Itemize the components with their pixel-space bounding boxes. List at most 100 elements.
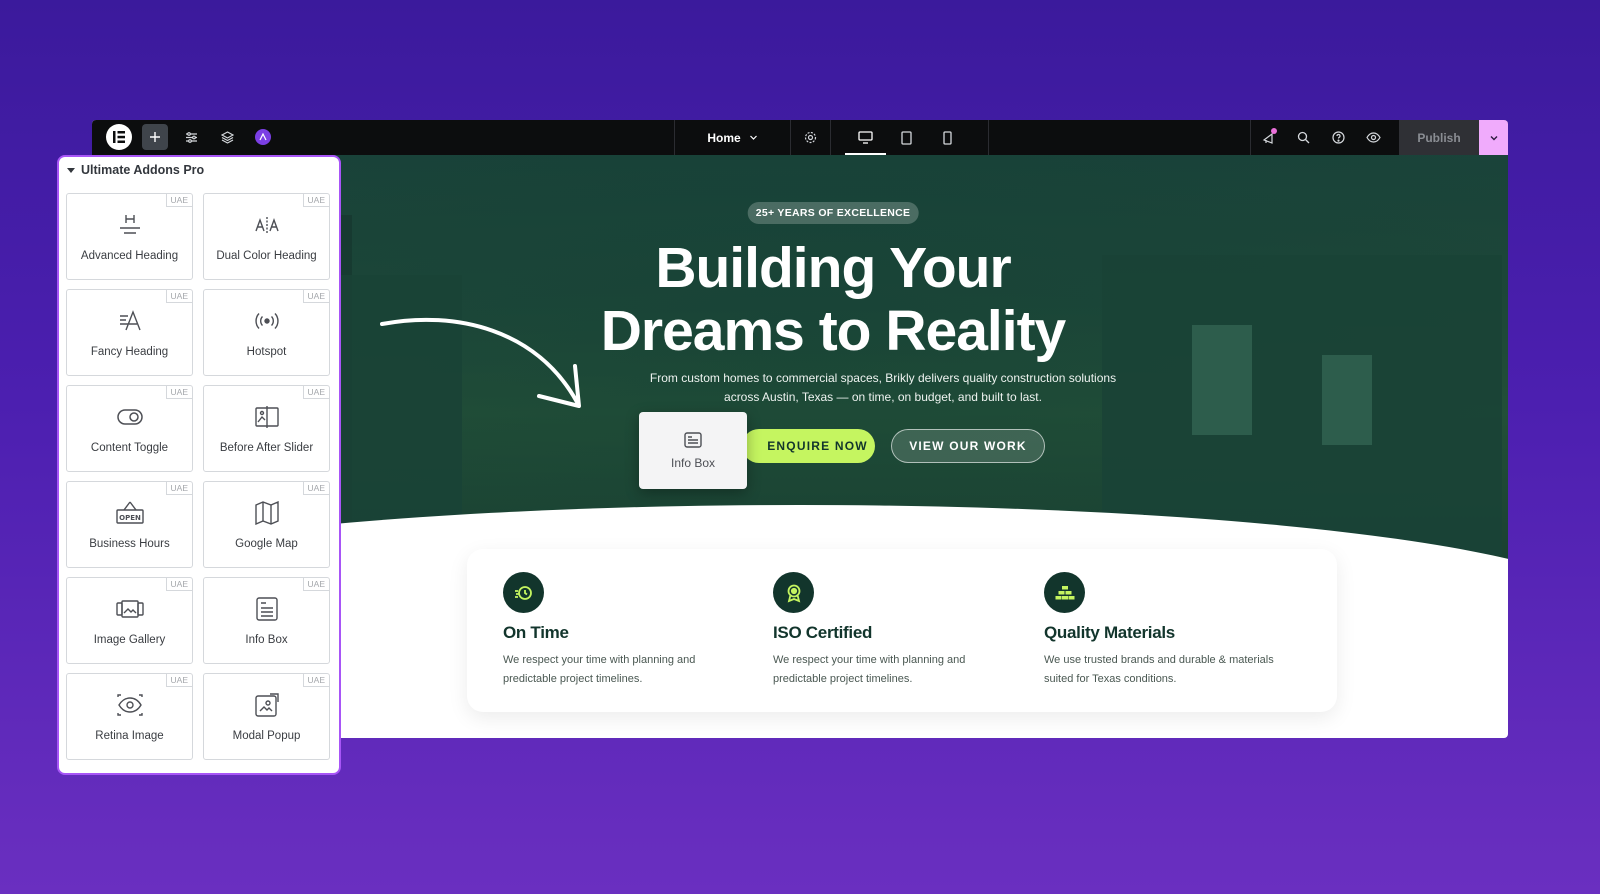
- enquire-now-button[interactable]: ENQUIRE NOW: [742, 429, 875, 463]
- widget-dual-color-heading[interactable]: UAE Dual Color Heading: [203, 193, 330, 280]
- feature-quality-materials: Quality Materials We use trusted brands …: [1044, 572, 1284, 689]
- gallery-icon: [115, 596, 144, 622]
- topbar-right: Publish: [1250, 120, 1508, 155]
- feature-title: ISO Certified: [773, 623, 873, 642]
- preview-eye-icon[interactable]: [1356, 120, 1391, 155]
- uae-tag: UAE: [302, 674, 329, 687]
- editor-topbar: Home Publish: [92, 120, 1508, 155]
- modal-popup-icon: [254, 692, 279, 718]
- widget-label: Content Toggle: [90, 442, 169, 454]
- help-icon[interactable]: [1321, 120, 1356, 155]
- feature-description: We respect your time with planning and p…: [503, 654, 696, 685]
- before-after-icon: [254, 404, 279, 430]
- desktop-icon[interactable]: [845, 120, 886, 155]
- device-switcher: [831, 120, 989, 155]
- hotspot-icon: [254, 308, 279, 334]
- widget-content-toggle[interactable]: UAE Content Toggle: [66, 385, 193, 472]
- notifications-icon[interactable]: [1251, 120, 1286, 155]
- feature-title: On Time: [503, 623, 569, 642]
- drag-arrow-icon: [380, 317, 581, 408]
- fancy-heading-icon: [118, 308, 142, 334]
- dual-color-heading-icon: [254, 212, 279, 238]
- widget-label: Retina Image: [95, 730, 164, 742]
- svg-text:OPEN: OPEN: [119, 514, 141, 522]
- feature-description: We respect your time with planning and p…: [773, 654, 966, 685]
- info-box-icon: [684, 431, 702, 448]
- widget-label: Advanced Heading: [80, 250, 179, 262]
- uae-tag: UAE: [165, 290, 192, 303]
- widget-modal-popup[interactable]: UAE Modal Popup: [203, 673, 330, 760]
- widget-info-box[interactable]: UAE Info Box: [203, 577, 330, 664]
- uae-tag: UAE: [302, 386, 329, 399]
- uae-tag: UAE: [302, 578, 329, 591]
- search-icon[interactable]: [1286, 120, 1321, 155]
- notification-dot: [1271, 128, 1277, 134]
- topbar-left-tools: [106, 124, 276, 150]
- uae-tag: UAE: [165, 578, 192, 591]
- eye-icon: [116, 692, 143, 718]
- uae-tag: UAE: [165, 482, 192, 495]
- caret-down-icon: [67, 168, 75, 173]
- widget-label: Business Hours: [89, 538, 170, 550]
- page-selector[interactable]: Home: [675, 120, 791, 155]
- publish-options-chevron-icon[interactable]: [1479, 120, 1508, 155]
- widget-image-gallery[interactable]: UAE Image Gallery: [66, 577, 193, 664]
- widget-label: Hotspot: [246, 346, 287, 358]
- widget-google-map[interactable]: UAE Google Map: [203, 481, 330, 568]
- widget-label: Image Gallery: [93, 634, 166, 646]
- uae-tag: UAE: [165, 674, 192, 687]
- view-our-work-button[interactable]: VIEW OUR WORK: [891, 429, 1045, 463]
- widget-label: Dual Color Heading: [216, 250, 317, 262]
- widget-label: Info Box: [245, 634, 288, 646]
- toggle-icon: [116, 404, 143, 430]
- features-card: On Time We respect your time with planni…: [467, 549, 1337, 712]
- hero-badge: 25+ YEARS OF EXCELLENCE: [747, 202, 919, 224]
- uae-tag: UAE: [302, 194, 329, 207]
- widget-before-after-slider[interactable]: UAE Before After Slider: [203, 385, 330, 472]
- bricks-icon: [1044, 572, 1085, 613]
- ai-assistant-icon[interactable]: [250, 124, 276, 150]
- widget-advanced-heading[interactable]: UAE Advanced Heading: [66, 193, 193, 280]
- dragged-info-box-widget[interactable]: Info Box: [639, 412, 747, 489]
- hero-window: [1322, 355, 1372, 445]
- dragged-widget-label: Info Box: [670, 455, 716, 470]
- page-settings-icon[interactable]: [791, 120, 831, 155]
- uae-tag: UAE: [165, 194, 192, 207]
- publish-button[interactable]: Publish: [1399, 120, 1479, 155]
- feature-iso-certified: ISO Certified We respect your time with …: [773, 572, 1013, 689]
- feature-on-time: On Time We respect your time with planni…: [503, 572, 743, 689]
- widget-label: Modal Popup: [232, 730, 301, 742]
- certified-badge-icon: [773, 572, 814, 613]
- widgets-panel: Ultimate Addons Pro UAE Advanced Heading…: [57, 155, 341, 775]
- widget-label: Google Map: [235, 538, 298, 550]
- site-settings-icon[interactable]: [178, 124, 204, 150]
- widget-business-hours[interactable]: UAE OPEN Business Hours: [66, 481, 193, 568]
- uae-tag: UAE: [302, 290, 329, 303]
- elementor-logo-icon[interactable]: [106, 124, 132, 150]
- chevron-down-icon: [749, 135, 757, 140]
- advanced-heading-icon: [118, 212, 142, 238]
- panel-category-header[interactable]: Ultimate Addons Pro: [67, 163, 204, 177]
- uae-tag: UAE: [302, 482, 329, 495]
- page-selector-label: Home: [707, 130, 741, 145]
- open-sign-icon: OPEN: [115, 500, 144, 526]
- feature-title: Quality Materials: [1044, 623, 1175, 642]
- widget-hotspot[interactable]: UAE Hotspot: [203, 289, 330, 376]
- topbar-center: Home: [674, 120, 989, 155]
- uae-tag: UAE: [165, 386, 192, 399]
- panel-category-title: Ultimate Addons Pro: [81, 163, 205, 177]
- feature-description: We use trusted brands and durable & mate…: [1044, 654, 1274, 685]
- add-element-icon[interactable]: [142, 124, 168, 150]
- info-box-icon: [255, 596, 278, 622]
- structure-layers-icon[interactable]: [214, 124, 240, 150]
- tablet-icon[interactable]: [886, 120, 927, 155]
- widget-fancy-heading[interactable]: UAE Fancy Heading: [66, 289, 193, 376]
- widget-retina-image[interactable]: UAE Retina Image: [66, 673, 193, 760]
- hero-headline: Building Your Dreams to Reality: [483, 237, 1183, 363]
- widget-label: Before After Slider: [219, 442, 314, 454]
- mobile-icon[interactable]: [927, 120, 968, 155]
- widget-label: Fancy Heading: [90, 346, 169, 358]
- hero-window: [1192, 325, 1252, 435]
- clock-speed-icon: [503, 572, 544, 613]
- hero-headline-line-1: Building Your: [655, 236, 1011, 300]
